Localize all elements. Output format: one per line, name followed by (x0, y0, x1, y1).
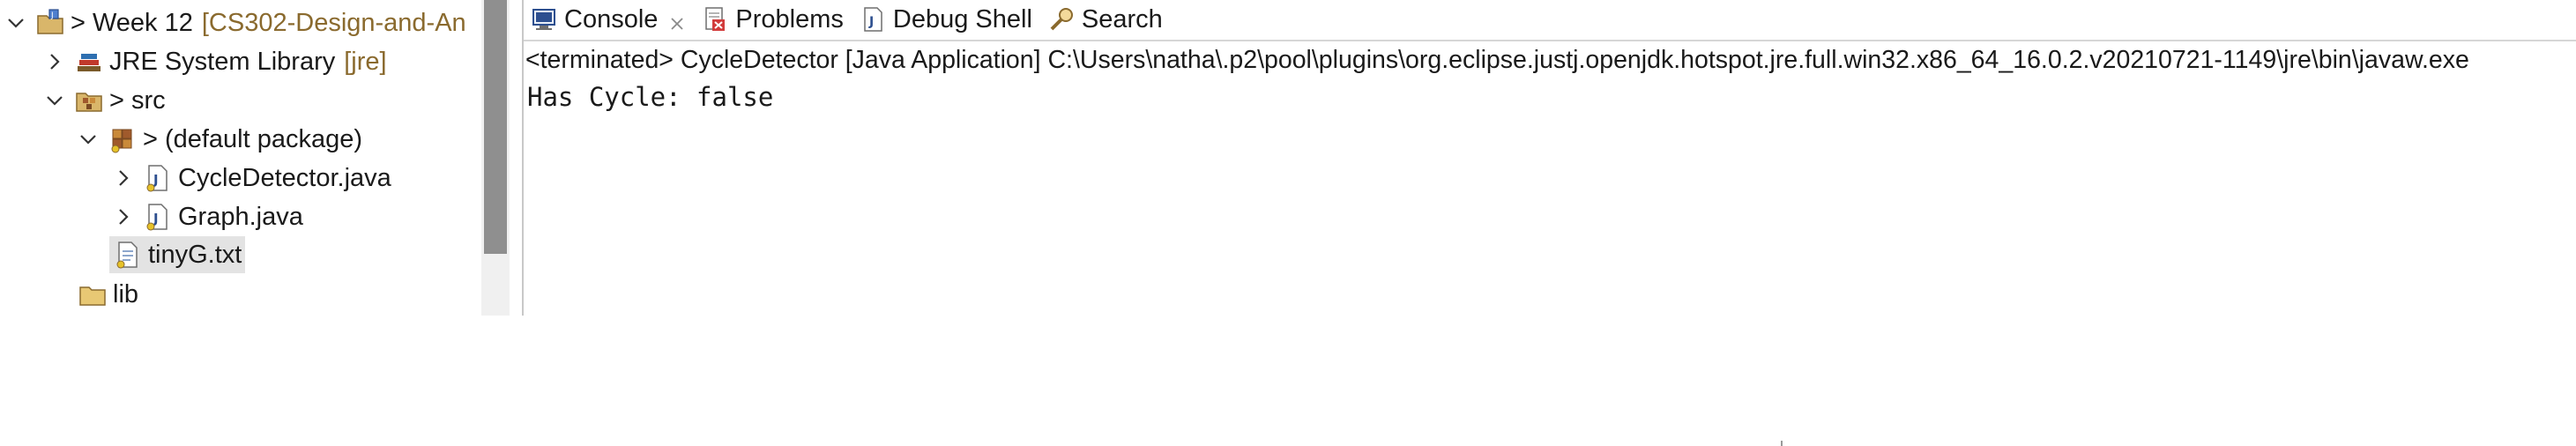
folder-icon (78, 279, 108, 309)
tab-label: Search (1081, 4, 1163, 33)
view-tab-bar: Console Problems J Debug Shell Search (524, 0, 2576, 39)
tree-item-label: Graph.java (178, 202, 303, 231)
tab-divider (524, 40, 2576, 41)
chevron-right-icon[interactable] (113, 206, 134, 227)
package-icon (108, 124, 138, 154)
tree-item-label: JRE System Library (109, 47, 336, 76)
package-explorer: J > Week 12 [CS302-Design-and-An JRE Sys… (0, 0, 481, 316)
library-icon (74, 47, 104, 77)
tab-label: Problems (735, 4, 844, 33)
java-project-icon: J (35, 8, 65, 38)
tab-problems[interactable]: Problems (695, 0, 852, 39)
console-view: Console Problems J Debug Shell Search <t… (524, 0, 2576, 316)
view-sash[interactable] (510, 0, 524, 316)
svg-text:J: J (868, 15, 874, 29)
tree-item-label: Week 12 (92, 8, 193, 37)
tab-label: Debug Shell (892, 4, 1032, 33)
debug-shell-icon: J (860, 6, 886, 33)
java-file-icon: J (143, 202, 173, 232)
repository-annotation: [CS302-Design-and-An (201, 8, 466, 37)
problems-icon (702, 6, 728, 33)
tree-item-graph-java[interactable]: J Graph.java (113, 199, 303, 234)
tree-item-label: (default package) (164, 124, 363, 153)
chevron-down-icon[interactable] (44, 90, 65, 111)
tree-item-default-package[interactable]: > (default package) (78, 122, 362, 157)
svg-text:J: J (50, 11, 54, 20)
tree-item-cycledetector-java[interactable]: J CycleDetector.java (113, 160, 391, 196)
console-status-line: <terminated> CycleDetector [Java Applica… (525, 46, 2469, 74)
console-icon (531, 6, 557, 33)
library-annotation: [jre] (344, 47, 387, 76)
chevron-right-icon[interactable] (113, 167, 134, 189)
chevron-down-icon[interactable] (78, 129, 99, 150)
tree-item-lib-folder[interactable]: lib (78, 277, 138, 312)
tree-item-label: src (130, 85, 166, 115)
tree-item-label: CycleDetector.java (178, 163, 391, 192)
tab-debug-shell[interactable]: J Debug Shell (852, 0, 1041, 39)
console-output[interactable]: Has Cycle: false (527, 79, 773, 115)
tree-item-week-12-project[interactable]: J > Week 12 [CS302-Design-and-An (5, 5, 466, 41)
empty-region (0, 316, 2576, 446)
tree-item-label: lib (113, 279, 139, 308)
java-file-icon: J (143, 163, 173, 193)
scrollbar-thumb[interactable] (484, 0, 507, 254)
tree-item-jre-system-library[interactable]: JRE System Library [jre] (44, 44, 387, 79)
close-icon[interactable] (668, 11, 686, 30)
tab-console[interactable]: Console (524, 0, 695, 39)
source-folder-icon (74, 85, 104, 115)
chevron-right-icon[interactable] (44, 51, 65, 72)
dirty-decorator: > (109, 85, 124, 115)
dirty-decorator: > (143, 124, 158, 153)
tab-search[interactable]: Search (1041, 0, 1172, 39)
tree-item-src-folder[interactable]: > src (44, 83, 166, 118)
text-file-icon (113, 240, 143, 270)
dirty-decorator: > (71, 8, 86, 37)
tab-label: Console (564, 4, 659, 33)
tree-item-tinyg-txt[interactable]: tinyG.txt (109, 236, 246, 273)
search-icon (1048, 6, 1075, 33)
tree-item-label: tinyG.txt (148, 240, 242, 269)
explorer-scrollbar[interactable] (481, 0, 510, 316)
chevron-down-icon[interactable] (5, 12, 26, 33)
divider-mark (1781, 441, 1783, 446)
